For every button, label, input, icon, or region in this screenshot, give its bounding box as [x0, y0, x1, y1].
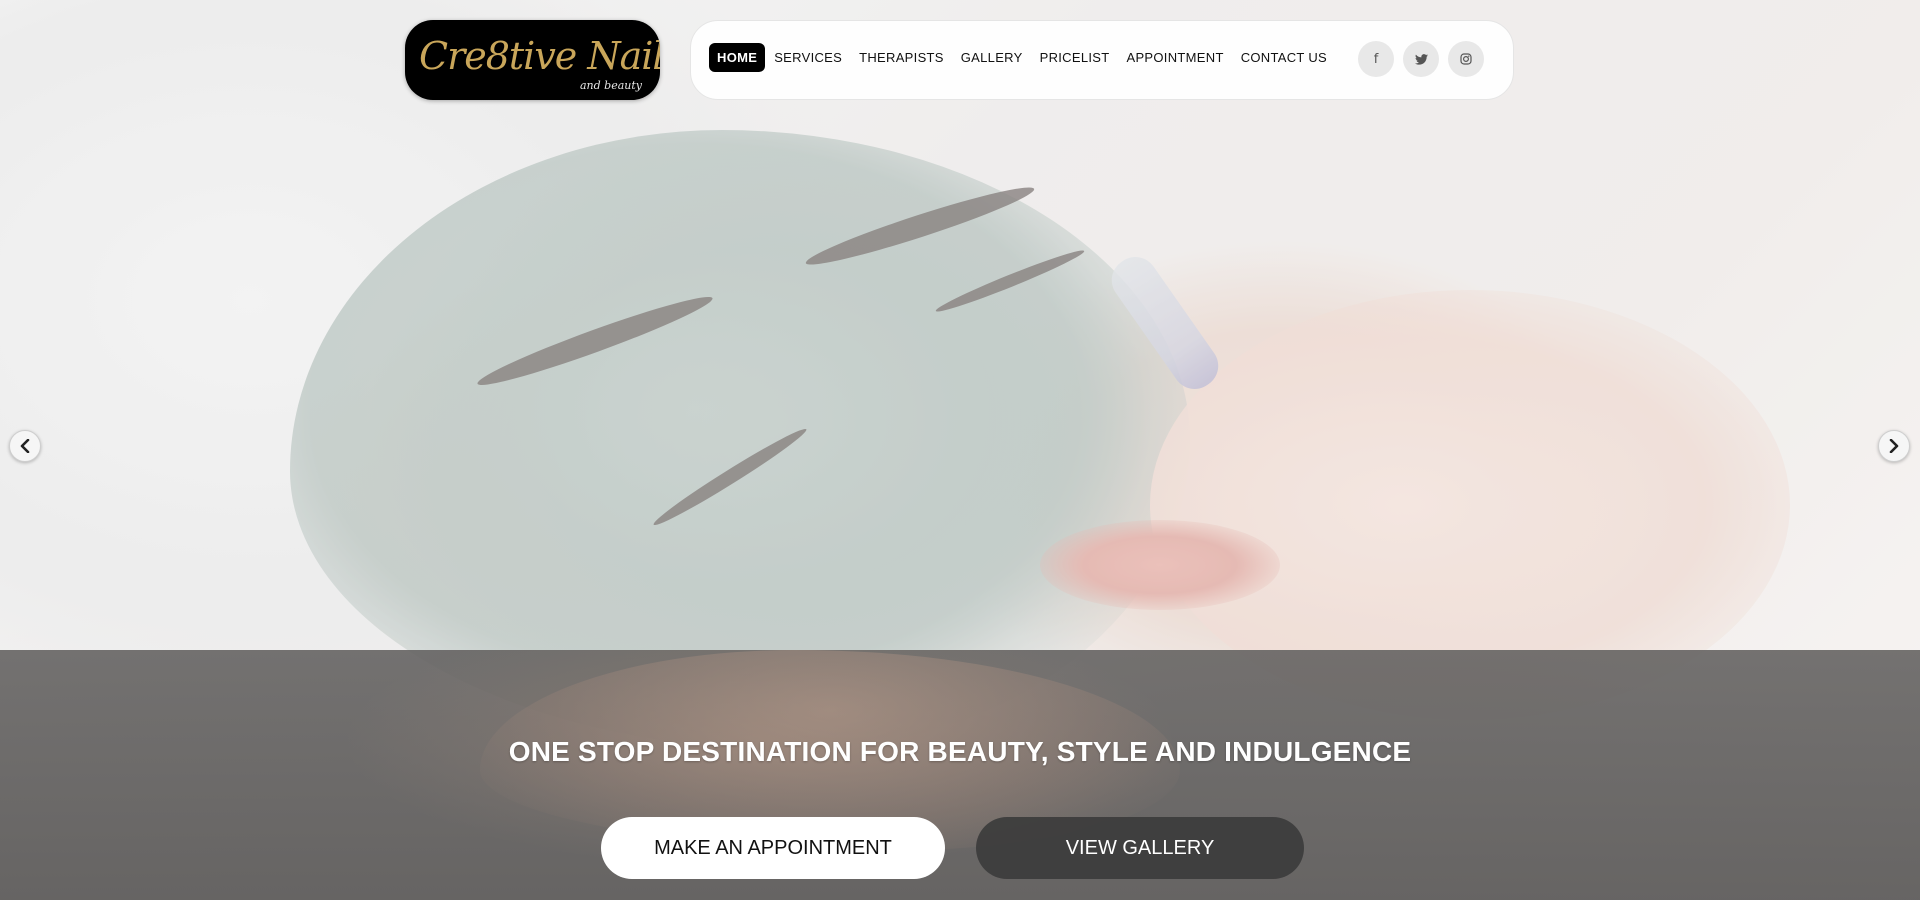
make-appointment-button[interactable]: MAKE AN APPOINTMENT	[601, 817, 945, 879]
view-gallery-button[interactable]: VIEW GALLERY	[976, 817, 1304, 879]
main-nav: HOME SERVICES THERAPISTS GALLERY PRICELI…	[709, 43, 1336, 72]
nav-item-pricelist[interactable]: PRICELIST	[1032, 43, 1118, 72]
twitter-icon[interactable]	[1403, 41, 1439, 77]
facebook-icon[interactable]: f	[1358, 41, 1394, 77]
chevron-left-icon	[20, 439, 30, 453]
nav-item-therapists[interactable]: THERAPISTS	[851, 43, 952, 72]
instagram-icon[interactable]	[1448, 41, 1484, 77]
main-navigation-bar: HOME SERVICES THERAPISTS GALLERY PRICELI…	[690, 20, 1514, 100]
nav-item-appointment[interactable]: APPOINTMENT	[1118, 43, 1231, 72]
twitter-bird-glyph	[1414, 53, 1428, 65]
carousel-next-arrow-icon[interactable]	[1878, 430, 1910, 462]
nav-item-services[interactable]: SERVICES	[766, 43, 850, 72]
instagram-camera-glyph	[1460, 53, 1472, 65]
hero-slider: Cre8tive Nailz and beauty HOME SERVICES …	[0, 0, 1920, 900]
site-logo[interactable]: Cre8tive Nailz and beauty	[405, 20, 660, 100]
hero-tagline: ONE STOP DESTINATION FOR BEAUTY, STYLE A…	[508, 736, 1412, 767]
logo-wordmark: Cre8tive Nailz	[419, 34, 660, 78]
nav-item-gallery[interactable]: GALLERY	[953, 43, 1031, 72]
logo-tagline: and beauty	[579, 79, 642, 92]
chevron-right-icon	[1889, 439, 1899, 453]
carousel-prev-arrow-icon[interactable]	[9, 430, 41, 462]
nav-item-contact-us[interactable]: CONTACT US	[1233, 43, 1335, 72]
nav-item-home[interactable]: HOME	[709, 43, 766, 72]
